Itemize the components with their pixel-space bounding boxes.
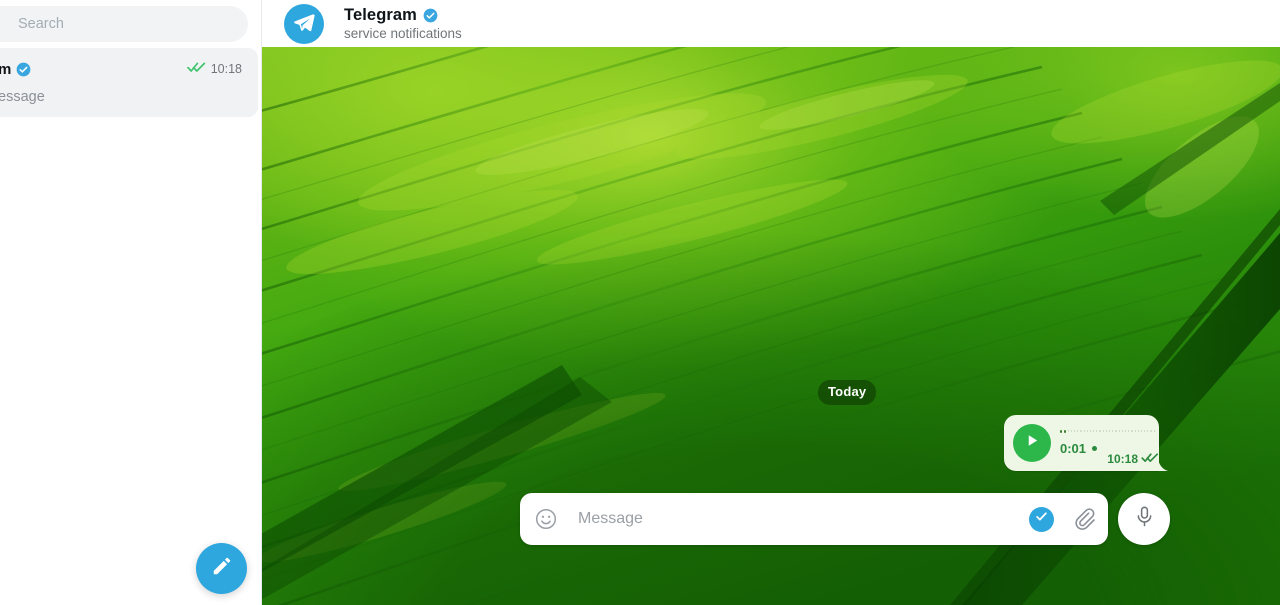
waveform-dot (1118, 430, 1120, 432)
waveform-dot (1067, 430, 1069, 432)
message-bubble-voice[interactable]: 0:01 10:18 (1004, 415, 1168, 471)
chat-header-text: Telegram service notifications (344, 6, 462, 41)
waveform-dot (1124, 430, 1127, 432)
message-timestamp: 10:18 (1107, 452, 1138, 466)
waveform-dot (1121, 430, 1123, 432)
chat-list-sidebar: Search m (0, 0, 262, 605)
voice-duration: 0:01 (1060, 441, 1087, 456)
search-input[interactable]: Search (0, 6, 248, 42)
waveform-dot (1115, 430, 1117, 432)
waveform-dot (1102, 430, 1104, 432)
waveform-dot (1105, 430, 1108, 432)
telegram-plane-icon (292, 10, 316, 39)
waveform-dot (1060, 429, 1062, 433)
bubble-tail (1158, 456, 1168, 471)
waveform-dot (1070, 430, 1072, 432)
voice-waveform[interactable] (1060, 426, 1155, 436)
page-title: Telegram (344, 6, 417, 24)
chat-header[interactable]: Telegram service notifications (262, 0, 1280, 47)
read-receipt-icon (186, 60, 206, 78)
waveform-dot (1140, 430, 1143, 432)
waveform-dot (1128, 430, 1130, 432)
telegram-app-window: Search m (0, 0, 1280, 605)
message-meta: 10:18 (1107, 450, 1159, 468)
chat-row-top: m 10:18 (0, 58, 246, 80)
waveform-dot (1083, 430, 1085, 432)
voice-message-bubble[interactable]: 0:01 10:18 (1004, 415, 1168, 471)
waveform-dot (1073, 430, 1076, 432)
waveform-dot (1063, 429, 1066, 433)
voice-details: 0:01 10:18 (1060, 422, 1159, 466)
chat-pane: Telegram service notifications Today 0:0… (262, 0, 1280, 605)
verified-badge-icon (423, 8, 438, 23)
waveform-dot (1109, 430, 1111, 432)
chat-meta: 10:18 (186, 60, 242, 78)
play-button[interactable] (1013, 424, 1051, 462)
message-composer: Message (520, 493, 1170, 545)
send-button[interactable] (1029, 506, 1054, 532)
chat-subtitle: service notifications (344, 26, 462, 41)
waveform-dot (1153, 430, 1155, 432)
message-input-placeholder[interactable]: Message (578, 510, 643, 528)
waveform-dot (1099, 430, 1101, 432)
chat-title-row: Telegram (344, 6, 462, 25)
read-receipt-icon (1141, 450, 1159, 468)
chat-list: m 10:18 (0, 48, 261, 117)
microphone-icon (1133, 505, 1156, 533)
waveform-dot (1096, 430, 1098, 432)
waveform-dot (1112, 430, 1114, 432)
waveform-dot (1080, 430, 1082, 432)
waveform-dot (1131, 430, 1133, 432)
message-input-bar[interactable]: Message (520, 493, 1108, 545)
list-item[interactable]: m 10:18 (0, 48, 258, 117)
pencil-icon (211, 555, 233, 582)
search-placeholder: Search (18, 16, 64, 32)
search-bar[interactable]: Search (0, 6, 248, 42)
waveform-dot (1150, 430, 1152, 432)
waveform-dot (1147, 430, 1149, 432)
unplayed-indicator-dot (1092, 446, 1098, 451)
waveform-dot (1093, 430, 1095, 432)
waveform-dot (1137, 430, 1139, 432)
chat-timestamp: 10:18 (210, 62, 242, 76)
paperclip-icon[interactable] (1072, 507, 1096, 531)
chat-name: m (0, 61, 11, 78)
waveform-dot (1077, 430, 1079, 432)
check-circle-icon (1034, 509, 1049, 529)
waveform-dot (1089, 430, 1092, 432)
voice-record-button[interactable] (1118, 493, 1170, 545)
waveform-dot (1144, 430, 1146, 432)
date-separator-label: Today (828, 384, 867, 399)
compose-button[interactable] (196, 543, 247, 594)
play-icon (1025, 433, 1040, 453)
verified-badge-icon (16, 62, 31, 77)
waveform-dot (1086, 430, 1088, 432)
avatar[interactable] (284, 4, 324, 44)
date-separator: Today (818, 380, 877, 405)
composer-actions (1029, 506, 1096, 532)
smiley-icon[interactable] (534, 507, 558, 531)
waveform-dot (1134, 430, 1136, 432)
chat-preview-text: essage (0, 89, 45, 105)
